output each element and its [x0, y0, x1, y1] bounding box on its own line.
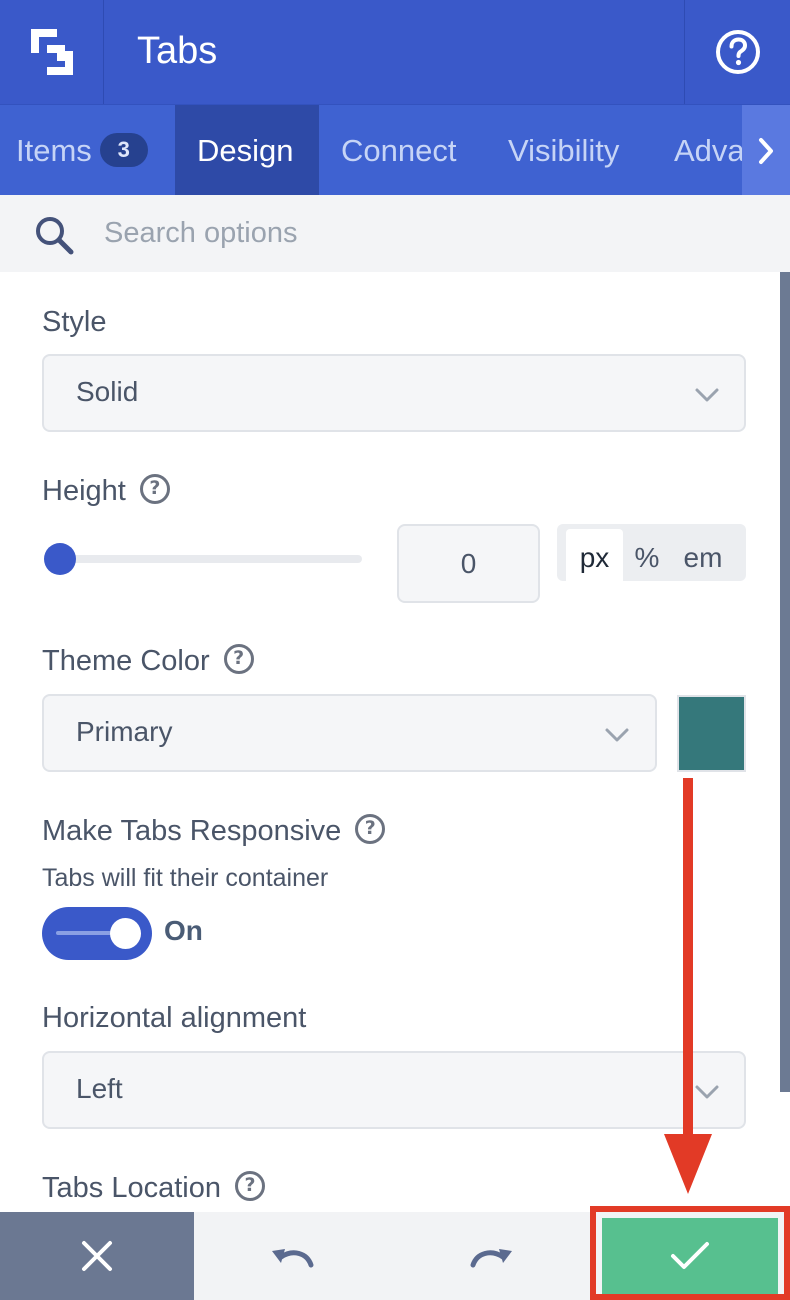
annotation-arrow — [664, 778, 712, 1194]
horizontal-alignment-select[interactable]: Left — [42, 1051, 746, 1129]
height-value-input[interactable]: 0 — [397, 524, 540, 603]
save-button[interactable] — [590, 1206, 790, 1300]
cancel-button[interactable] — [0, 1212, 194, 1300]
undo-button[interactable] — [194, 1212, 392, 1300]
close-icon — [82, 1241, 112, 1271]
panel-title: Tabs — [137, 30, 218, 72]
tab-design-label: Design — [197, 133, 294, 168]
tabs-location-help-icon[interactable]: ? — [234, 1171, 265, 1202]
height-unit-switcher: px % em — [557, 524, 746, 585]
panel-header: Tabs — [0, 0, 790, 104]
tabs-scroll-right-button[interactable] — [742, 105, 790, 195]
unit-em-button[interactable]: em — [675, 529, 731, 586]
responsive-toggle[interactable] — [42, 907, 152, 960]
scrollbar[interactable] — [780, 272, 790, 1092]
responsive-toggle-label: On — [164, 915, 203, 946]
style-select[interactable]: Solid — [42, 354, 746, 432]
chevron-right-icon — [759, 137, 773, 164]
save-button-fill — [602, 1218, 778, 1294]
height-slider-track[interactable] — [60, 555, 362, 563]
style-label: Style — [42, 306, 107, 338]
tab-visibility-label: Visibility — [508, 133, 620, 168]
unit-px-button[interactable]: px — [566, 529, 623, 585]
help-circle-icon — [715, 30, 760, 74]
help-button[interactable] — [684, 0, 790, 104]
toggle-track-line — [56, 931, 112, 935]
theme-color-select[interactable]: Primary — [42, 694, 657, 772]
height-slider-thumb[interactable] — [44, 543, 76, 575]
chevron-down-icon — [605, 728, 629, 742]
responsive-description: Tabs will fit their container — [42, 864, 329, 892]
theme-color-label: Theme Color? — [42, 644, 254, 678]
undo-icon — [272, 1249, 314, 1268]
toggle-knob — [110, 918, 141, 949]
search-bar — [0, 195, 790, 272]
horizontal-alignment-select-value: Left — [76, 1073, 123, 1104]
search-icon — [36, 217, 74, 255]
brand-logo[interactable] — [0, 0, 104, 104]
tab-design[interactable]: Design — [175, 105, 319, 195]
redo-button[interactable] — [392, 1212, 590, 1300]
brand-logo-icon — [30, 29, 73, 75]
tab-advanced-label: Adva — [674, 133, 745, 168]
height-label: Height? — [42, 474, 170, 508]
tab-items[interactable]: Items 3 — [16, 105, 148, 195]
tab-connect[interactable]: Connect — [341, 105, 456, 195]
tab-connect-label: Connect — [341, 133, 457, 168]
redo-icon — [470, 1249, 512, 1268]
theme-color-help-icon[interactable]: ? — [223, 644, 254, 675]
tab-advanced[interactable]: Adva — [674, 105, 745, 195]
theme-color-label-text: Theme Color — [42, 645, 210, 677]
tabs-location-label-text: Tabs Location — [42, 1172, 221, 1204]
search-input[interactable] — [104, 209, 744, 257]
responsive-label: Make Tabs Responsive? — [42, 814, 386, 848]
height-label-text: Height — [42, 475, 126, 507]
height-help-icon[interactable]: ? — [139, 474, 170, 505]
theme-color-select-value: Primary — [76, 716, 173, 747]
chevron-down-icon — [695, 388, 719, 402]
tab-bar: Items 3 Design Connect Visibility Adva — [0, 104, 790, 195]
check-icon — [671, 1242, 709, 1269]
tabs-location-label: Tabs Location? — [42, 1171, 265, 1205]
style-select-value: Solid — [76, 376, 139, 407]
responsive-help-icon[interactable]: ? — [355, 814, 386, 845]
tab-items-label: Items — [16, 133, 92, 168]
action-footer — [0, 1206, 790, 1300]
unit-percent-button[interactable]: % — [629, 529, 665, 586]
responsive-label-text: Make Tabs Responsive — [42, 815, 342, 847]
tab-visibility[interactable]: Visibility — [508, 105, 619, 195]
items-count-badge: 3 — [99, 132, 148, 167]
horizontal-alignment-label: Horizontal alignment — [42, 1002, 307, 1034]
theme-color-swatch[interactable] — [677, 695, 746, 772]
